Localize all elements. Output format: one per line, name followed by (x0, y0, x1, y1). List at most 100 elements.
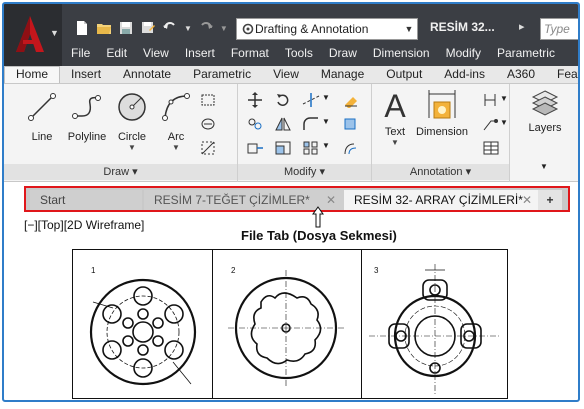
close-icon[interactable]: ✕ (522, 190, 532, 210)
tab-parametric[interactable]: Parametric (182, 66, 262, 83)
chevron-down-icon[interactable]: ▼ (156, 143, 196, 152)
linear-dimension-icon[interactable] (482, 92, 500, 108)
boundary-icon[interactable] (200, 140, 218, 156)
text-button[interactable]: A Text ▼ (376, 88, 414, 147)
move-icon[interactable] (246, 92, 264, 108)
modify-panel-title[interactable]: Modify ▾ (238, 164, 371, 180)
line-label: Line (31, 131, 53, 143)
menu-view[interactable]: View (134, 44, 176, 64)
document-title: RESİM 32... (430, 20, 495, 34)
dimension-button[interactable]: Dimension (416, 88, 468, 138)
offset-icon[interactable] (342, 140, 360, 156)
layers-icon (531, 90, 559, 116)
drawing-1-circular-array (89, 278, 197, 386)
leader-dropdown-icon[interactable]: ▼ (500, 118, 508, 127)
new-tab-button[interactable]: + (538, 190, 562, 210)
mirror-icon[interactable] (274, 116, 292, 132)
file-tab-start[interactable]: Start (30, 190, 142, 210)
open-folder-icon[interactable] (96, 20, 112, 36)
menu-edit[interactable]: Edit (97, 44, 134, 64)
explode-icon[interactable] (342, 116, 360, 132)
erase-icon[interactable] (342, 92, 360, 108)
leader-icon[interactable] (482, 116, 500, 132)
tab-insert[interactable]: Insert (60, 66, 112, 83)
modify-panel: ▼ ▼ ▼ Modify ▾ (238, 84, 372, 182)
chevron-down-icon[interactable]: ▼ (376, 138, 414, 147)
application-menu-button[interactable]: ▼ (4, 4, 62, 66)
chevron-down-icon[interactable]: ▼ (540, 162, 548, 171)
undo-dropdown-icon[interactable]: ▼ (184, 24, 192, 33)
workspace-switcher[interactable]: Drafting & Annotation ▼ (236, 18, 418, 40)
menu-draw[interactable]: Draw (320, 44, 364, 64)
stretch-icon[interactable] (246, 140, 264, 156)
circle-label: Circle (117, 131, 147, 143)
table-icon[interactable] (482, 140, 500, 156)
array-dropdown-icon[interactable]: ▼ (322, 141, 330, 150)
arc-icon (162, 93, 190, 121)
title-bar: ▼ ▼ ▼ Drafting & Annotation ▼ RESİM 32..… (4, 4, 578, 66)
annotation-panel-title[interactable]: Annotation ▾ (372, 164, 509, 180)
chevron-down-icon[interactable]: ▼ (112, 143, 152, 152)
close-icon[interactable]: ✕ (326, 190, 336, 210)
annotation-panel-title-text: Annotation (409, 166, 463, 178)
save-icon[interactable] (118, 20, 134, 36)
hatch-icon[interactable] (200, 116, 218, 132)
tab-a360[interactable]: A360 (496, 66, 546, 83)
rectangle-icon[interactable] (200, 92, 218, 108)
layers-panel: Layers ▼ (510, 84, 578, 182)
copy-icon[interactable] (246, 116, 264, 132)
draw-panel-title[interactable]: Draw ▾ (4, 164, 237, 180)
tab-output[interactable]: Output (375, 66, 433, 83)
polyline-label: Polyline (67, 131, 107, 143)
tab-home[interactable]: Home (4, 66, 61, 83)
tab-add-ins[interactable]: Add-ins (433, 66, 496, 83)
arc-label: Arc (167, 131, 185, 143)
tab-featured[interactable]: Featured (546, 66, 578, 83)
menu-file[interactable]: File (62, 44, 97, 64)
file-tab-resim-32[interactable]: RESİM 32- ARRAY ÇİZİMLERİ* ✕ (344, 190, 540, 210)
tab-annotate[interactable]: Annotate (112, 66, 182, 83)
search-input[interactable]: Type (540, 18, 578, 40)
file-tab-start-label: Start (40, 193, 66, 207)
cad-drawings (89, 264, 501, 396)
file-tabs-bar: Start RESİM 7-TEĞET ÇİZİMLER* ✕ RESİM 32-… (24, 186, 570, 212)
file-tab-annotation: File Tab (Dosya Sekmesi) (241, 228, 397, 243)
autocad-logo-icon (16, 16, 44, 52)
arc-button[interactable]: Arc ▼ (156, 90, 196, 152)
menu-tools[interactable]: Tools (276, 44, 320, 64)
fillet-dropdown-icon[interactable]: ▼ (322, 117, 330, 126)
dimension-label: Dimension (416, 126, 468, 138)
chevron-right-icon[interactable]: ▸ (519, 20, 525, 33)
menu-modify[interactable]: Modify (437, 44, 488, 64)
menu-insert[interactable]: Insert (176, 44, 222, 64)
linear-dimension-dropdown-icon[interactable]: ▼ (500, 94, 508, 103)
ribbon-tab-bar: Home Insert Annotate Parametric View Man… (4, 66, 578, 84)
scale-icon[interactable] (274, 140, 292, 156)
fillet-icon[interactable] (302, 116, 320, 132)
menu-parametric[interactable]: Parametric (488, 44, 562, 64)
text-icon: A (384, 88, 406, 124)
menu-format[interactable]: Format (222, 44, 276, 64)
redo-dropdown-icon[interactable]: ▼ (220, 24, 228, 33)
tab-manage[interactable]: Manage (310, 66, 375, 83)
menu-dimension[interactable]: Dimension (364, 44, 437, 64)
rotate-icon[interactable] (274, 92, 292, 108)
undo-icon[interactable] (162, 20, 178, 36)
trim-icon[interactable] (302, 92, 320, 108)
polyline-button[interactable]: Polyline (64, 90, 110, 143)
trim-dropdown-icon[interactable]: ▼ (322, 93, 330, 102)
tab-view[interactable]: View (262, 66, 310, 83)
layers-button[interactable]: Layers (520, 88, 570, 134)
layers-label: Layers (528, 122, 562, 134)
circle-button[interactable]: Circle ▼ (112, 90, 152, 152)
redo-icon[interactable] (198, 20, 214, 36)
array-icon[interactable] (302, 140, 320, 156)
viewport-controls[interactable]: [−][Top][2D Wireframe] (24, 218, 144, 232)
new-file-icon[interactable] (74, 20, 90, 36)
chevron-down-icon: ▼ (404, 24, 414, 34)
save-as-icon[interactable] (140, 20, 156, 36)
line-button[interactable]: Line (24, 90, 60, 143)
workspace-name: Drafting & Annotation (255, 22, 369, 36)
drawing-2-notched-circle (228, 270, 344, 386)
circle-icon (118, 93, 146, 121)
